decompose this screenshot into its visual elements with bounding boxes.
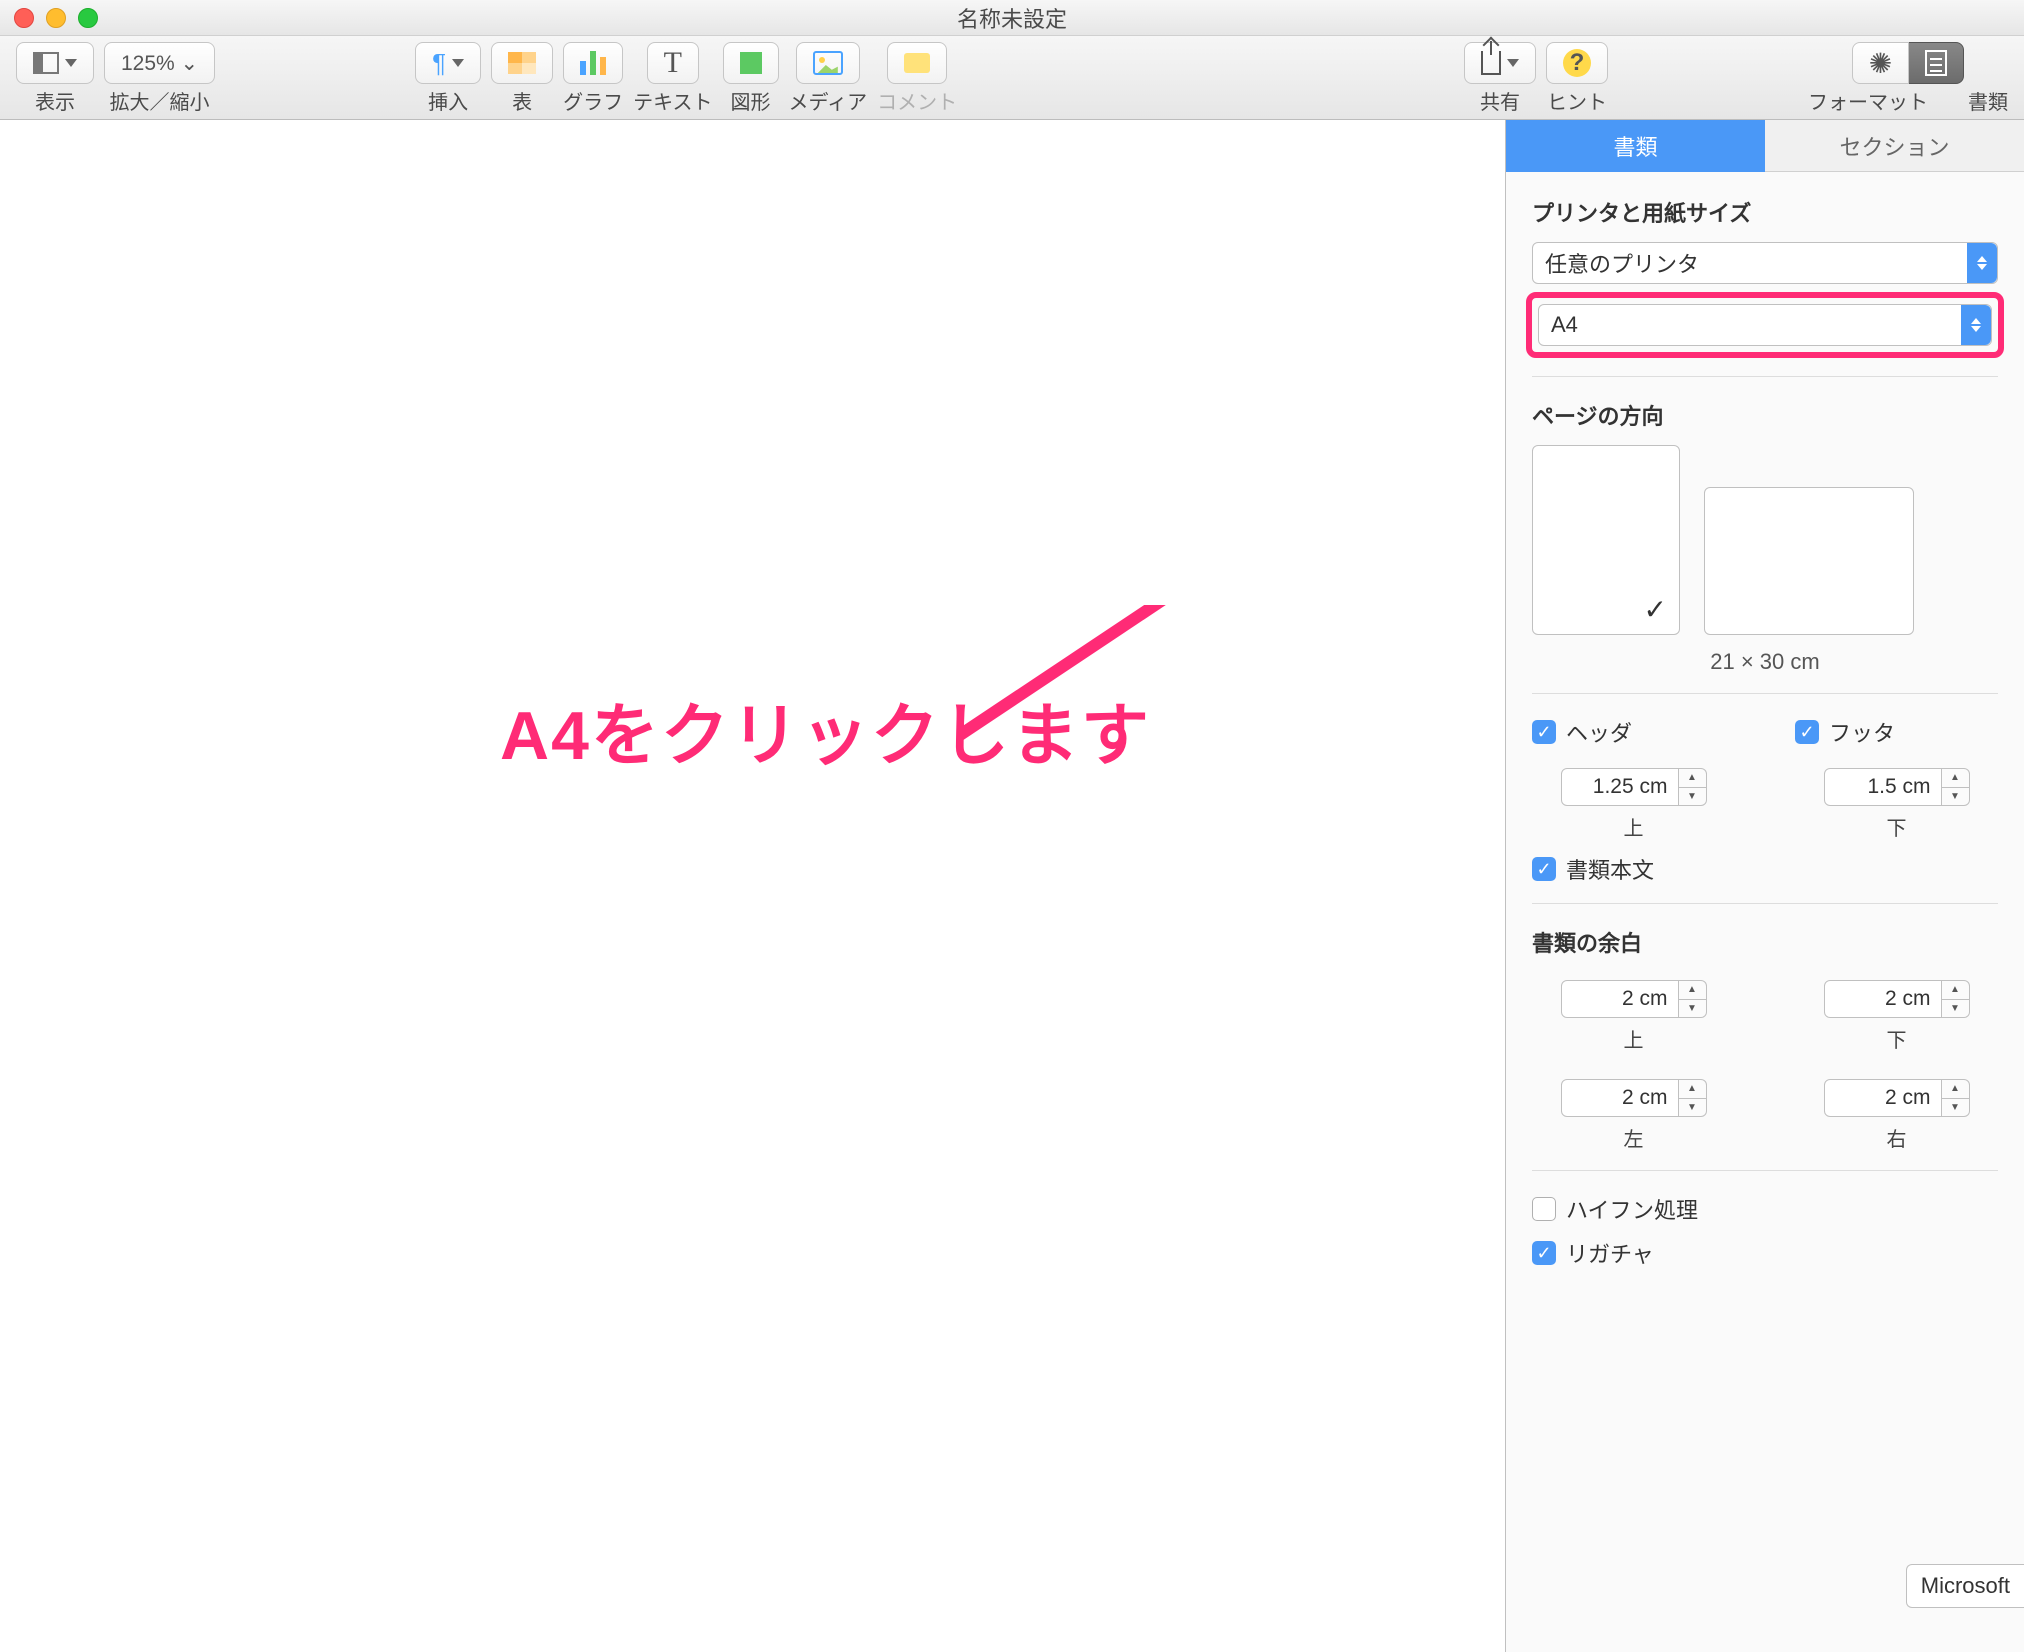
body-checkbox-label: 書類本文 <box>1566 853 1654 885</box>
text-label: テキスト <box>633 86 712 115</box>
tooltip-microsoft: Microsoft <box>1906 1564 2024 1608</box>
select-arrows-icon <box>1967 243 1997 283</box>
footer-checkbox-label: フッタ <box>1829 716 1895 748</box>
comment-button[interactable] <box>887 42 947 84</box>
header-stepper[interactable]: ▲▼ <box>1679 768 1707 806</box>
margins-section-title: 書類の余白 <box>1532 926 1998 958</box>
view-button[interactable] <box>16 42 94 84</box>
hint-icon: ? <box>1563 49 1591 77</box>
annotation-text: A4をクリックします <box>500 680 1151 779</box>
footer-checkbox[interactable]: ✓ <box>1795 720 1819 744</box>
table-button[interactable] <box>491 42 553 84</box>
share-button[interactable] <box>1464 42 1536 84</box>
view-icon <box>33 52 59 74</box>
zoom-label: 拡大／縮小 <box>110 86 210 115</box>
hyphen-checkbox[interactable] <box>1532 1197 1556 1221</box>
window-controls <box>14 8 98 28</box>
orientation-section-title: ページの方向 <box>1532 399 1998 431</box>
header-offset-input[interactable] <box>1561 768 1679 806</box>
margin-bottom-label: 下 <box>1887 1024 1907 1053</box>
checkmark-icon: ✓ <box>1644 593 1667 626</box>
view-label: 表示 <box>35 86 75 115</box>
margin-right-input[interactable] <box>1824 1079 1942 1117</box>
share-icon <box>1481 51 1501 75</box>
annotation-highlight: A4 <box>1526 292 2004 358</box>
orientation-portrait-button[interactable]: ✓ <box>1532 445 1680 635</box>
margin-left-label: 左 <box>1624 1123 1644 1152</box>
hint-button[interactable]: ? <box>1546 42 1608 84</box>
maximize-window-button[interactable] <box>78 8 98 28</box>
shape-button[interactable] <box>723 42 779 84</box>
orientation-landscape-button[interactable] <box>1704 487 1914 635</box>
paper-size-select[interactable]: A4 <box>1538 304 1992 346</box>
select-arrows-icon <box>1961 305 1991 345</box>
hint-label: ヒント <box>1547 86 1607 115</box>
document-label: 書類 <box>1968 86 2008 115</box>
printer-select[interactable]: 任意のプリンタ <box>1532 242 1998 284</box>
printer-select-value: 任意のプリンタ <box>1545 247 1699 279</box>
brush-icon: ✺ <box>1869 47 1892 80</box>
shape-label: 図形 <box>731 86 771 115</box>
inspector-sidebar: 書類 セクション プリンタと用紙サイズ 任意のプリンタ A4 ページの方向 <box>1506 120 2024 1652</box>
footer-offset-label: 下 <box>1887 812 1907 841</box>
format-label: フォーマット <box>1808 86 1928 115</box>
margin-top-label: 上 <box>1624 1024 1644 1053</box>
hyphen-checkbox-label: ハイフン処理 <box>1566 1193 1698 1225</box>
media-label: メディア <box>789 86 868 115</box>
header-offset-label: 上 <box>1624 812 1644 841</box>
ligature-checkbox[interactable]: ✓ <box>1532 1241 1556 1265</box>
close-window-button[interactable] <box>14 8 34 28</box>
zoom-button[interactable]: 125% ⌄ <box>104 42 215 84</box>
margin-top-input[interactable] <box>1561 980 1679 1018</box>
text-button[interactable]: T <box>647 42 699 84</box>
margin-bottom-stepper[interactable]: ▲▼ <box>1942 980 1970 1018</box>
paper-dimensions: 21 × 30 cm <box>1532 649 1998 675</box>
comment-icon <box>904 53 930 73</box>
table-label: 表 <box>512 86 532 115</box>
share-label: 共有 <box>1480 86 1520 115</box>
main-area: 書類 セクション プリンタと用紙サイズ 任意のプリンタ A4 ページの方向 <box>0 120 2024 1652</box>
margin-top-stepper[interactable]: ▲▼ <box>1679 980 1707 1018</box>
tab-document[interactable]: 書類 <box>1506 120 1765 172</box>
margin-left-stepper[interactable]: ▲▼ <box>1679 1079 1707 1117</box>
margin-right-label: 右 <box>1887 1123 1907 1152</box>
header-checkbox-label: ヘッダ <box>1566 716 1632 748</box>
chart-button[interactable] <box>563 42 623 84</box>
table-icon <box>508 52 536 74</box>
chart-icon <box>580 51 606 75</box>
document-icon <box>1925 50 1947 76</box>
margin-right-stepper[interactable]: ▲▼ <box>1942 1079 1970 1117</box>
minimize-window-button[interactable] <box>46 8 66 28</box>
margin-left-input[interactable] <box>1561 1079 1679 1117</box>
ligature-checkbox-label: リガチャ <box>1566 1237 1654 1269</box>
titlebar: 名称未設定 <box>0 0 2024 36</box>
document-inspector-button[interactable] <box>1909 42 1964 84</box>
insert-label: 挿入 <box>428 86 468 115</box>
margin-bottom-input[interactable] <box>1824 980 1942 1018</box>
printer-section-title: プリンタと用紙サイズ <box>1532 196 1998 228</box>
footer-stepper[interactable]: ▲▼ <box>1942 768 1970 806</box>
tab-section[interactable]: セクション <box>1765 120 2024 172</box>
image-icon <box>813 51 843 75</box>
document-canvas[interactable] <box>0 120 1506 1652</box>
window-title: 名称未設定 <box>957 2 1067 34</box>
shape-icon <box>740 52 762 74</box>
chart-label: グラフ <box>563 86 623 115</box>
header-checkbox[interactable]: ✓ <box>1532 720 1556 744</box>
inspector-tabs: 書類 セクション <box>1506 120 2024 172</box>
insert-button[interactable]: ¶ <box>415 42 481 84</box>
toolbar: 表示 125% ⌄ 拡大／縮小 ¶ 挿入 表 グラフ T テキスト 図形 メディ… <box>0 36 2024 120</box>
media-button[interactable] <box>796 42 860 84</box>
footer-offset-input[interactable] <box>1824 768 1942 806</box>
paper-size-value: A4 <box>1551 312 1578 338</box>
comment-label: コメント <box>877 86 957 115</box>
format-button[interactable]: ✺ <box>1852 42 1909 84</box>
body-checkbox[interactable]: ✓ <box>1532 857 1556 881</box>
